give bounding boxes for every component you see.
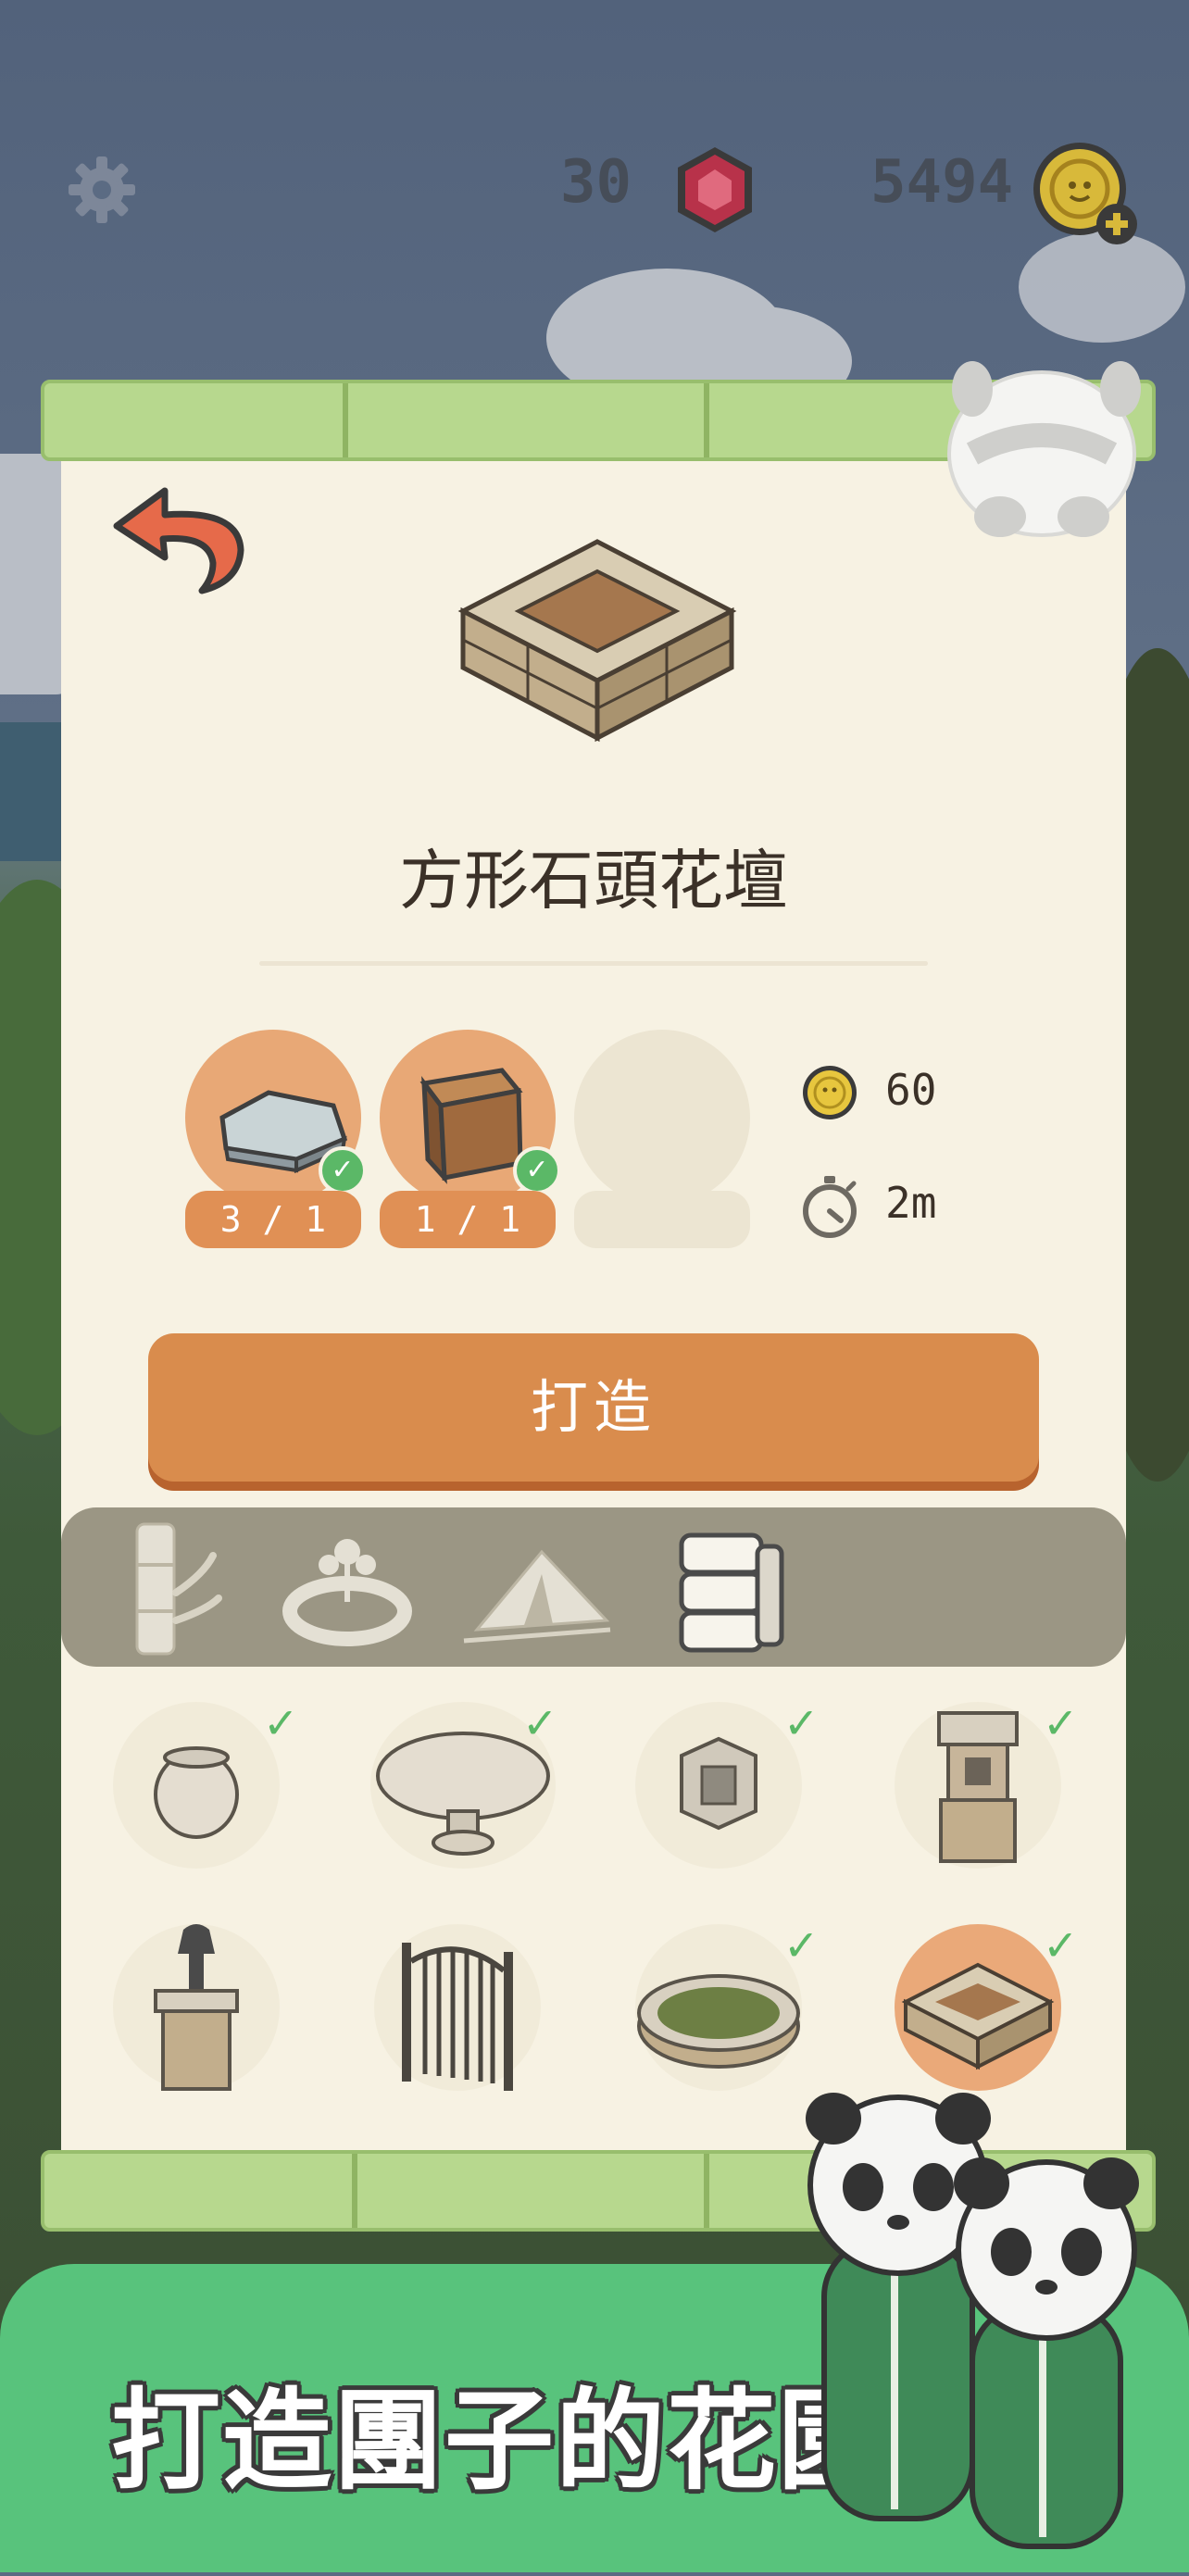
bamboo-joint <box>352 2154 357 2228</box>
item-square-stone-flowerbed-selected[interactable] <box>895 1924 1061 2091</box>
back-arrow-icon[interactable] <box>109 481 248 597</box>
category-tent-icon[interactable] <box>458 1519 616 1657</box>
item-brick-lamp-post[interactable] <box>113 1924 280 2091</box>
item-stone-lantern-small[interactable] <box>635 1702 802 1869</box>
coin-count: 5494 <box>870 148 1014 217</box>
category-bamboo-icon[interactable] <box>111 1519 241 1657</box>
material-slot-empty <box>574 1030 750 1206</box>
bamboo-joint <box>704 2154 709 2228</box>
panda-peek-decoration <box>935 352 1148 546</box>
owned-check-icon: ✓ <box>522 1698 558 1748</box>
category-stone-blocks-icon[interactable] <box>667 1519 796 1657</box>
owned-check-icon: ✓ <box>263 1698 299 1748</box>
material-owned-check-icon: ✓ <box>319 1146 367 1194</box>
material-count <box>574 1191 750 1248</box>
coin-cost: 60 <box>885 1065 937 1115</box>
material-count: 3 / 1 <box>185 1191 361 1248</box>
stopwatch-icon <box>800 1174 859 1239</box>
owned-check-icon: ✓ <box>1043 1920 1079 1970</box>
material-owned-check-icon: ✓ <box>513 1146 561 1194</box>
coin-icon <box>800 1063 859 1122</box>
bamboo-joint <box>343 383 348 457</box>
panda-mascots <box>787 2083 1189 2572</box>
item-iron-gate[interactable] <box>374 1924 541 2091</box>
owned-check-icon: ✓ <box>1043 1698 1079 1748</box>
add-coins-button[interactable] <box>1028 139 1139 250</box>
craft-time: 2m <box>885 1178 937 1228</box>
owned-check-icon: ✓ <box>783 1920 820 1970</box>
material-count: 1 / 1 <box>380 1191 556 1248</box>
settings-gear-icon[interactable] <box>65 153 139 227</box>
promo-banner-text: 打造團子的花園 <box>111 2377 890 2505</box>
owned-check-icon: ✓ <box>783 1698 820 1748</box>
divider <box>259 961 928 966</box>
gem-icon[interactable] <box>669 144 761 236</box>
sea <box>0 722 61 861</box>
category-flowerbed-fence-icon[interactable] <box>278 1519 417 1657</box>
square-stone-flowerbed-preview <box>454 532 741 745</box>
bamboo-joint <box>704 383 709 457</box>
item-stone-jar[interactable] <box>113 1702 280 1869</box>
craft-button[interactable]: 打造 <box>148 1333 1039 1482</box>
item-round-stone-flowerbed[interactable] <box>635 1924 802 2091</box>
item-name: 方形石頭花壇 <box>399 843 788 919</box>
item-stone-lantern-tall[interactable] <box>895 1702 1061 1869</box>
gem-count: 30 <box>560 148 632 217</box>
